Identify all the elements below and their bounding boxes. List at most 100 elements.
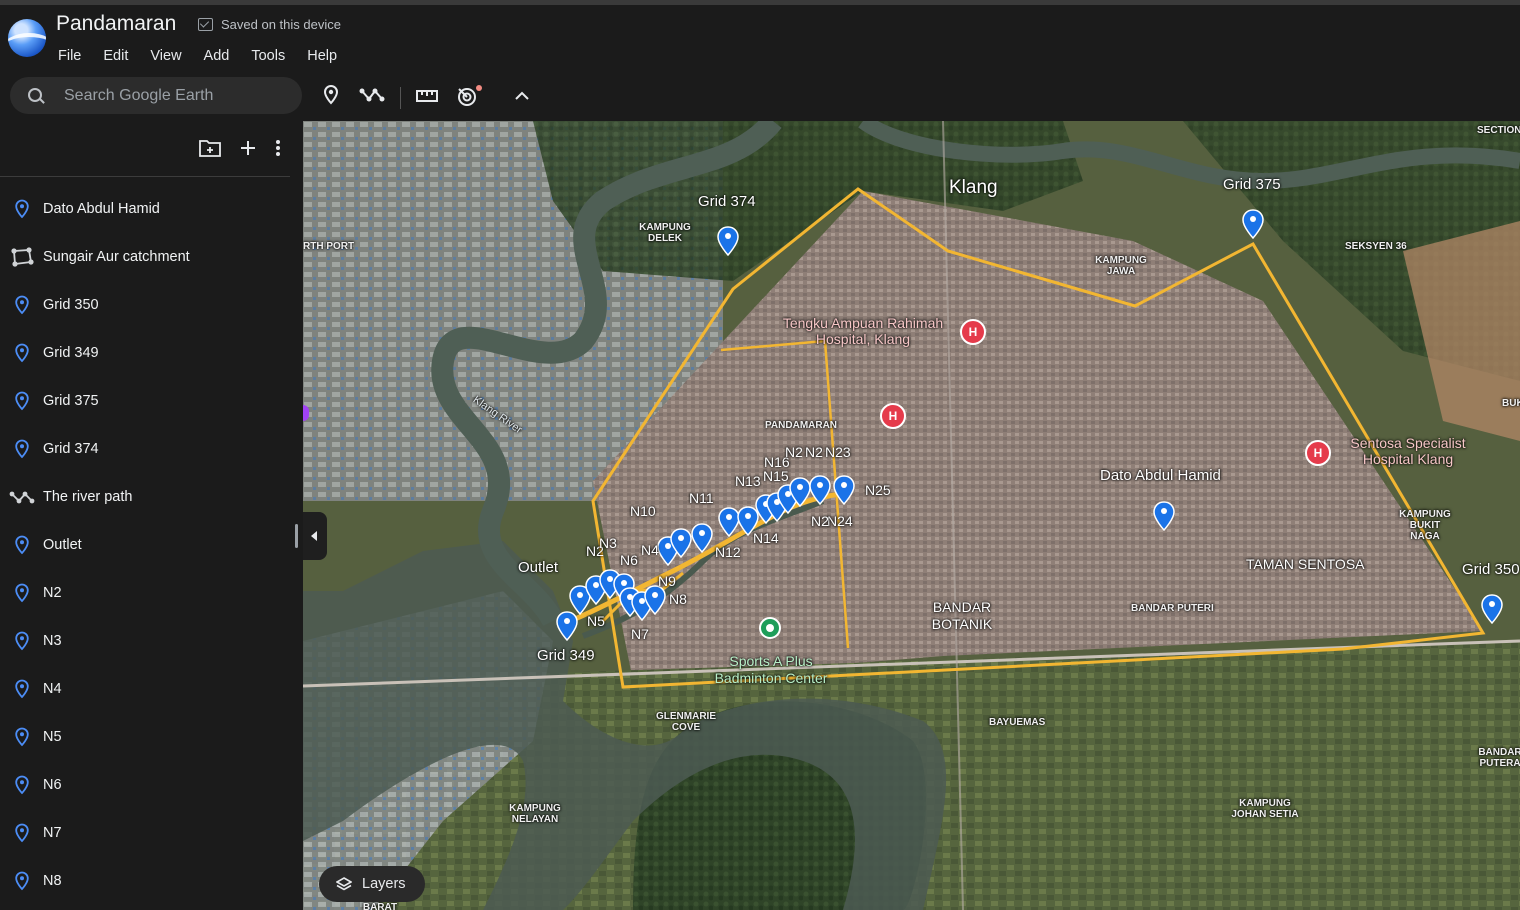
- sidebar-item[interactable]: Dato Abdul Hamid: [0, 185, 303, 233]
- hospital-marker-icon[interactable]: H: [960, 319, 986, 345]
- chevron-up-icon[interactable]: [514, 91, 530, 101]
- placemark-icon: [0, 295, 43, 315]
- sidebar-item[interactable]: Sungair Aur catchment: [0, 233, 303, 281]
- poi-label-sentosa-hospital: Sentosa Specialist Hospital Klang: [1350, 435, 1466, 467]
- sidebar-item[interactable]: Grid 350: [0, 281, 303, 329]
- sidebar-item[interactable]: N3: [0, 617, 303, 665]
- placemark-pin-dato-abdul-hamid[interactable]: [1153, 501, 1175, 531]
- new-folder-icon[interactable]: [199, 139, 221, 157]
- placemark-pin-n8[interactable]: [644, 585, 666, 615]
- toolbar-divider: [400, 87, 401, 109]
- placemark-icon: [0, 871, 43, 891]
- placemark-pin-grid-375[interactable]: [1242, 209, 1264, 239]
- node-label: N10: [630, 503, 656, 519]
- sidebar-item[interactable]: N5: [0, 713, 303, 761]
- node-label: N5: [587, 613, 605, 629]
- menu-help[interactable]: Help: [307, 48, 337, 64]
- menu-view[interactable]: View: [150, 48, 181, 64]
- layers-button[interactable]: Layers: [319, 866, 425, 902]
- map-view[interactable]: H H H Klang Grid 374 Grid 375 Grid 349 G…: [303, 121, 1520, 910]
- map-label-outlet: Outlet: [518, 559, 559, 576]
- placemark-pin-n23[interactable]: [809, 475, 831, 505]
- placemark-icon[interactable]: [321, 84, 341, 106]
- placemark-pin-n10[interactable]: [691, 523, 713, 553]
- more-vert-icon[interactable]: [275, 139, 281, 157]
- map-label-dato-abdul-hamid: Dato Abdul Hamid: [1100, 467, 1221, 484]
- path-icon[interactable]: [359, 87, 385, 103]
- placemark-icon: [0, 535, 43, 555]
- search-input[interactable]: [62, 84, 286, 108]
- menu-tools[interactable]: Tools: [251, 48, 285, 64]
- sidebar-item[interactable]: N6: [0, 761, 303, 809]
- search-bar[interactable]: [10, 77, 302, 114]
- sports-venue-marker-icon[interactable]: [759, 617, 781, 639]
- sidebar-item[interactable]: Grid 349: [0, 329, 303, 377]
- map-label-seksyen-36: SEKSYEN 36: [1345, 241, 1407, 252]
- poi-label-sports-center: Sports A Plus Badminton Center: [714, 653, 828, 686]
- satellite-imagery: [303, 121, 1520, 910]
- sidebar-item[interactable]: The river path: [0, 473, 303, 521]
- path-icon: [0, 490, 43, 504]
- node-label: N12: [715, 544, 741, 560]
- map-label-grid-350: Grid 350: [1462, 561, 1520, 578]
- poi-label-tengku-ampuan-hospital: Tengku Ampuan Rahimah Hospital, Klang: [782, 315, 944, 347]
- sidebar-item[interactable]: N4: [0, 665, 303, 713]
- saved-status-text: Saved on this device: [221, 17, 341, 32]
- placemark-pin-grid-350[interactable]: [1481, 594, 1503, 624]
- hospital-marker-icon[interactable]: H: [1305, 440, 1331, 466]
- sidebar-item-label: N3: [43, 633, 62, 649]
- placemark-icon: [0, 583, 43, 603]
- sidebar-item-label: Grid 350: [43, 297, 99, 313]
- sidebar-item[interactable]: N8: [0, 857, 303, 905]
- hospital-marker-icon[interactable]: H: [880, 403, 906, 429]
- map-label-bandar-putera: BANDAR PUTERA: [1478, 747, 1520, 769]
- sidebar-item[interactable]: N2: [0, 569, 303, 617]
- placemark-pin-grid-374[interactable]: [717, 226, 739, 256]
- project-title[interactable]: Pandamaran: [56, 12, 176, 36]
- map-label-grid-374: Grid 374: [698, 193, 756, 210]
- sidebar-item[interactable]: Grid 374: [0, 425, 303, 473]
- map-label-glenmarie-cove: GLENMARIE COVE: [656, 711, 716, 733]
- panel-resize-handle[interactable]: [295, 524, 298, 548]
- map-label-grid-375: Grid 375: [1223, 176, 1281, 193]
- sidebar-toolbar: [199, 139, 281, 157]
- menu-file[interactable]: File: [58, 48, 81, 64]
- menu-edit[interactable]: Edit: [103, 48, 128, 64]
- placemark-pin-n24[interactable]: [833, 475, 855, 505]
- sidebar-item-label: The river path: [43, 489, 133, 505]
- menu-add[interactable]: Add: [204, 48, 230, 64]
- search-icon: [28, 88, 42, 102]
- google-earth-logo-icon[interactable]: [8, 19, 46, 57]
- placemark-pin-n9[interactable]: [670, 528, 692, 558]
- node-label: N3: [599, 535, 617, 551]
- sidebar-item-label: Grid 374: [43, 441, 99, 457]
- node-label: N2: [811, 513, 829, 529]
- sidebar-item-label: N8: [43, 873, 62, 889]
- map-label-north-port: RTH PORT: [303, 241, 355, 252]
- placemark-pin-n16[interactable]: [789, 477, 811, 507]
- sidebar-item[interactable]: Grid 375: [0, 377, 303, 425]
- map-label-bandar-botanik: BANDAR BOTANIK: [931, 599, 993, 632]
- placemark-icon: [0, 391, 43, 411]
- app-header: Pandamaran Saved on this device File Edi…: [0, 5, 1520, 121]
- placemark-icon: [0, 343, 43, 363]
- node-label: N7: [631, 626, 649, 642]
- node-label: N2: [805, 444, 823, 460]
- collapse-panel-button[interactable]: [303, 512, 327, 560]
- add-icon[interactable]: [239, 139, 257, 157]
- sidebar-item[interactable]: N7: [0, 809, 303, 857]
- map-label-pandamaran: PANDAMARAN: [765, 420, 838, 431]
- node-label: N11: [689, 490, 714, 506]
- node-label: N2: [785, 444, 803, 460]
- placemark-icon: [0, 439, 43, 459]
- ruler-icon[interactable]: [416, 89, 438, 103]
- placemark-icon: [0, 823, 43, 843]
- sidebar-item[interactable]: Outlet: [0, 521, 303, 569]
- placemark-icon: [0, 631, 43, 651]
- sidebar-item-label: N2: [43, 585, 62, 601]
- placemark-pin-grid-349[interactable]: [556, 611, 578, 641]
- map-label-grid-349: Grid 349: [537, 647, 595, 664]
- node-label: N13: [735, 473, 761, 489]
- sidebar-item-label: Grid 349: [43, 345, 99, 361]
- projects-icon[interactable]: [456, 84, 484, 108]
